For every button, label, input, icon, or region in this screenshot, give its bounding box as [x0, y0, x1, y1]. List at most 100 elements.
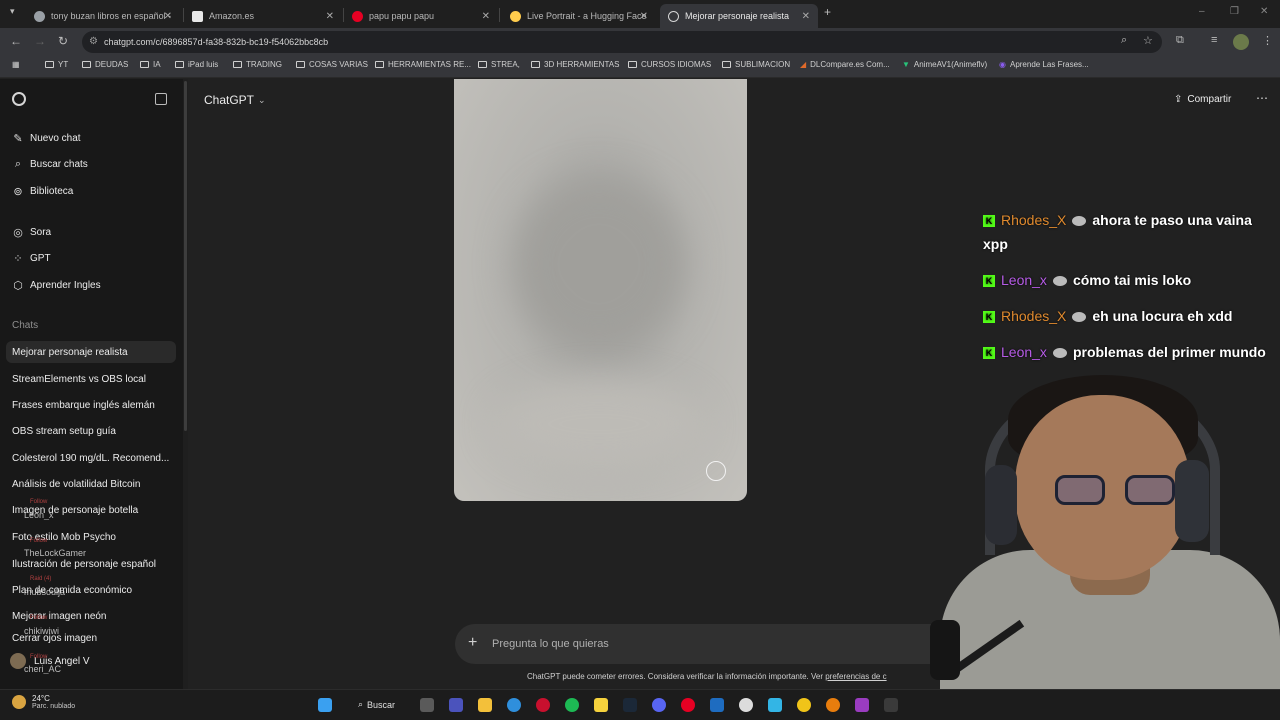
chat-list-item[interactable]: StreamElements vs OBS local [6, 368, 176, 390]
preferences-link[interactable]: preferencias de c [825, 672, 886, 681]
taskbar-search[interactable]: ⌕ Buscar [358, 699, 395, 710]
chatgpt-app-icon[interactable] [739, 698, 753, 712]
close-icon[interactable]: ✕ [164, 11, 172, 22]
chrome-menu-icon[interactable]: ⋮ [1262, 34, 1273, 47]
vscode-icon[interactable] [710, 698, 724, 712]
close-icon[interactable]: ✕ [482, 11, 490, 22]
chat-list-item[interactable]: Mejorar personaje realista [6, 341, 176, 363]
speech-bubble-icon [1072, 312, 1087, 323]
forward-icon[interactable]: → [34, 34, 46, 48]
bookmark-folder[interactable]: YT [45, 60, 68, 69]
bookmarks-bar: ▦ YT DEUDAS IA iPad luis TRADING COSAS V… [0, 56, 1280, 78]
window-close-icon[interactable]: ✕ [1260, 6, 1268, 17]
teams-icon[interactable] [449, 698, 463, 712]
close-icon[interactable]: ✕ [640, 11, 648, 22]
chrome-icon[interactable] [507, 698, 521, 712]
bookmark-folder[interactable]: SUBLIMACION [722, 60, 790, 69]
chat-list-item[interactable]: Foto estilo Mob Psycho [6, 526, 176, 548]
editor-icon[interactable] [768, 698, 782, 712]
bookmark-label: DEUDAS [95, 60, 129, 69]
more-options-icon[interactable]: ⋯ [1256, 91, 1268, 105]
bookmark-folder[interactable]: COSAS VARIAS [296, 60, 368, 69]
new-tab-button[interactable]: + [824, 5, 831, 19]
bookmark-folder[interactable]: iPad luis [175, 60, 218, 69]
search-icon: ⌕ [14, 158, 22, 170]
bookmark-link[interactable]: ◉ Aprende Las Frases... [999, 60, 1089, 69]
folder-icon [45, 61, 54, 68]
chat-list-item[interactable]: Frases embarque inglés alemán [6, 394, 176, 416]
file-explorer-icon[interactable] [478, 698, 492, 712]
chat-list-item[interactable]: Colesterol 190 mg/dL. Recomend... [6, 447, 176, 469]
event-tag: Follow [30, 615, 48, 621]
reading-list-icon[interactable]: ≡ [1211, 34, 1217, 46]
pinterest-app-icon[interactable] [681, 698, 695, 712]
share-button[interactable]: ⇪ Compartir [1174, 94, 1231, 105]
event-tag: Raid (4) [30, 576, 52, 582]
bookmark-folder[interactable]: IA [140, 60, 161, 69]
bookmark-folder[interactable]: TRADING [233, 60, 282, 69]
apps-grid-icon[interactable]: ▦ [12, 60, 20, 69]
chat-list-item[interactable]: OBS stream setup guía [6, 420, 176, 442]
openai-logo-icon[interactable] [12, 92, 26, 106]
sidebar-toggle-icon[interactable] [155, 93, 167, 105]
steam-icon[interactable] [623, 698, 637, 712]
site-info-icon[interactable]: ⚙ [89, 36, 98, 47]
address-bar[interactable]: ⚙ chatgpt.com/c/6896857d-fa38-832b-bc19-… [82, 31, 1162, 53]
chat-list-item[interactable]: Análisis de volatilidad Bitcoin [6, 473, 176, 495]
maximize-icon[interactable]: ❐ [1230, 6, 1239, 17]
browser-tab-1[interactable]: tony buzan libros en español - ✕ [26, 4, 180, 28]
model-selector[interactable]: ChatGPT ⌄ [204, 93, 266, 107]
search-chats-button[interactable]: ⌕ Buscar chats [12, 158, 88, 171]
library-icon: ⊚ [13, 186, 23, 198]
windows-taskbar: 24°C Parc. nublado ⌕ Buscar [0, 689, 1280, 720]
bookmark-folder[interactable]: STREA, [478, 60, 520, 69]
sidebar-item-gpt[interactable]: ⁘ GPT [12, 252, 50, 265]
tab-search-icon[interactable]: ▾ [10, 6, 15, 17]
opera-icon[interactable] [536, 698, 550, 712]
minimize-icon[interactable]: – [1199, 6, 1205, 17]
notes-icon[interactable] [594, 698, 608, 712]
bookmark-folder[interactable]: CURSOS IDIOMAS [628, 60, 711, 69]
browser-tab-2[interactable]: Amazon.es ✕ [184, 4, 342, 28]
extensions-icon[interactable]: ⧉ [1176, 34, 1184, 47]
bookmark-star-icon[interactable]: ☆ [1143, 34, 1153, 47]
sidebar-item-sora[interactable]: ◎ Sora [12, 226, 51, 239]
add-attachment-icon[interactable]: + [468, 634, 477, 652]
new-chat-button[interactable]: ✎ Nuevo chat [12, 132, 80, 145]
app-icon[interactable] [797, 698, 811, 712]
zoom-icon[interactable]: ⌕ [1121, 34, 1127, 47]
bookmark-link[interactable]: ▼ AnimeAV1(Animeflv) [902, 60, 987, 69]
weather-widget[interactable]: 24°C Parc. nublado [12, 694, 75, 710]
bookmark-link[interactable]: ◢ DLCompare.es Com... [800, 60, 890, 69]
profile-avatar[interactable] [1233, 34, 1249, 50]
task-view-icon[interactable] [420, 698, 434, 712]
close-icon[interactable]: ✕ [802, 11, 810, 22]
prompt-input[interactable] [492, 634, 912, 654]
app-icon[interactable] [855, 698, 869, 712]
browser-tab-4[interactable]: Live Portrait - a Hugging Face ✕ [502, 4, 656, 28]
folder-icon [175, 61, 184, 68]
blender-icon[interactable] [826, 698, 840, 712]
obs-icon[interactable] [884, 698, 898, 712]
sidebar-item-label: Sora [30, 227, 52, 238]
scrollbar-thumb[interactable] [184, 81, 187, 431]
weather-condition: Parc. nublado [32, 703, 76, 710]
bookmark-folder[interactable]: DEUDAS [82, 60, 128, 69]
bookmark-label: DLCompare.es Com... [810, 60, 890, 69]
generated-image-placeholder[interactable] [454, 79, 747, 501]
spotify-icon[interactable] [565, 698, 579, 712]
windows-start-icon[interactable] [318, 698, 332, 712]
browser-tab-3[interactable]: papu papu papu ✕ [344, 4, 498, 28]
sidebar-item-aprender-ingles[interactable]: ⬡ Aprender Ingles [12, 279, 100, 292]
browser-tab-active[interactable]: Mejorar personaje realista ✕ [660, 4, 818, 28]
discord-icon[interactable] [652, 698, 666, 712]
chat-username: Rhodes_X [1001, 308, 1067, 324]
folder-icon [628, 61, 637, 68]
library-button[interactable]: ⊚ Biblioteca [12, 185, 73, 198]
close-icon[interactable]: ✕ [326, 11, 334, 22]
reload-icon[interactable]: ↻ [58, 34, 68, 48]
back-icon[interactable]: ← [10, 34, 22, 48]
bookmark-folder[interactable]: HERRAMIENTAS RE... [375, 60, 471, 69]
glasses-lens-right [1125, 475, 1175, 505]
bookmark-folder[interactable]: 3D HERRAMIENTAS [531, 60, 619, 69]
